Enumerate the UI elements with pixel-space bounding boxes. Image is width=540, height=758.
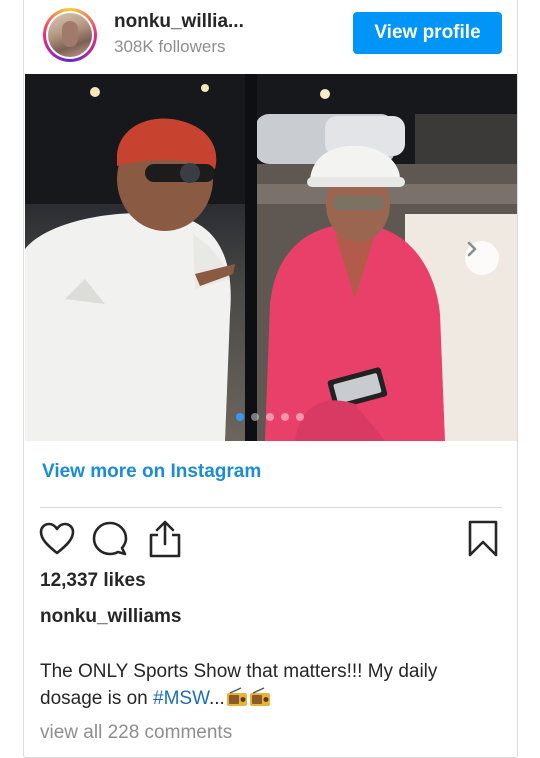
heart-icon (39, 522, 75, 555)
post-header: nonku_willia... 308K followers View prof… (24, 0, 517, 74)
chevron-right-icon (467, 241, 477, 257)
save-button[interactable] (463, 519, 503, 559)
caption-ellipsis: ... (208, 688, 225, 709)
bookmark-icon (468, 520, 498, 557)
post-caption: The ONLY Sports Show that matters!!! My … (40, 658, 500, 712)
avatar[interactable] (43, 8, 97, 62)
photo-scene (25, 74, 517, 441)
divider (40, 507, 502, 508)
view-comments-link[interactable]: view all 228 comments (40, 722, 232, 744)
carousel-dot (296, 413, 304, 421)
view-profile-button[interactable]: View profile (353, 12, 502, 54)
instagram-embed-card: nonku_willia... 308K followers View prof… (23, 0, 518, 758)
radio-emoji-icon (226, 687, 247, 706)
carousel-dot (266, 413, 274, 421)
carousel-next-button[interactable] (465, 241, 499, 275)
radio-emoji-icon (249, 687, 270, 706)
comment-button[interactable] (90, 519, 130, 559)
hashtag-link[interactable]: #MSW (153, 688, 209, 709)
followers-count: 308K followers (114, 37, 226, 56)
likes-count[interactable]: 12,337 likes (40, 570, 146, 592)
share-button[interactable] (145, 519, 185, 559)
share-icon (149, 520, 181, 558)
carousel-dot (281, 413, 289, 421)
caption-username[interactable]: nonku_williams (40, 606, 181, 628)
carousel-indicator (236, 413, 304, 421)
username[interactable]: nonku_willia... (114, 11, 244, 33)
view-more-link[interactable]: View more on Instagram (42, 461, 261, 483)
like-button[interactable] (37, 519, 77, 559)
action-bar (24, 519, 517, 561)
comment-icon (92, 521, 128, 556)
post-photo[interactable] (25, 74, 517, 441)
carousel-dot-active (236, 413, 244, 421)
carousel-dot (251, 413, 259, 421)
